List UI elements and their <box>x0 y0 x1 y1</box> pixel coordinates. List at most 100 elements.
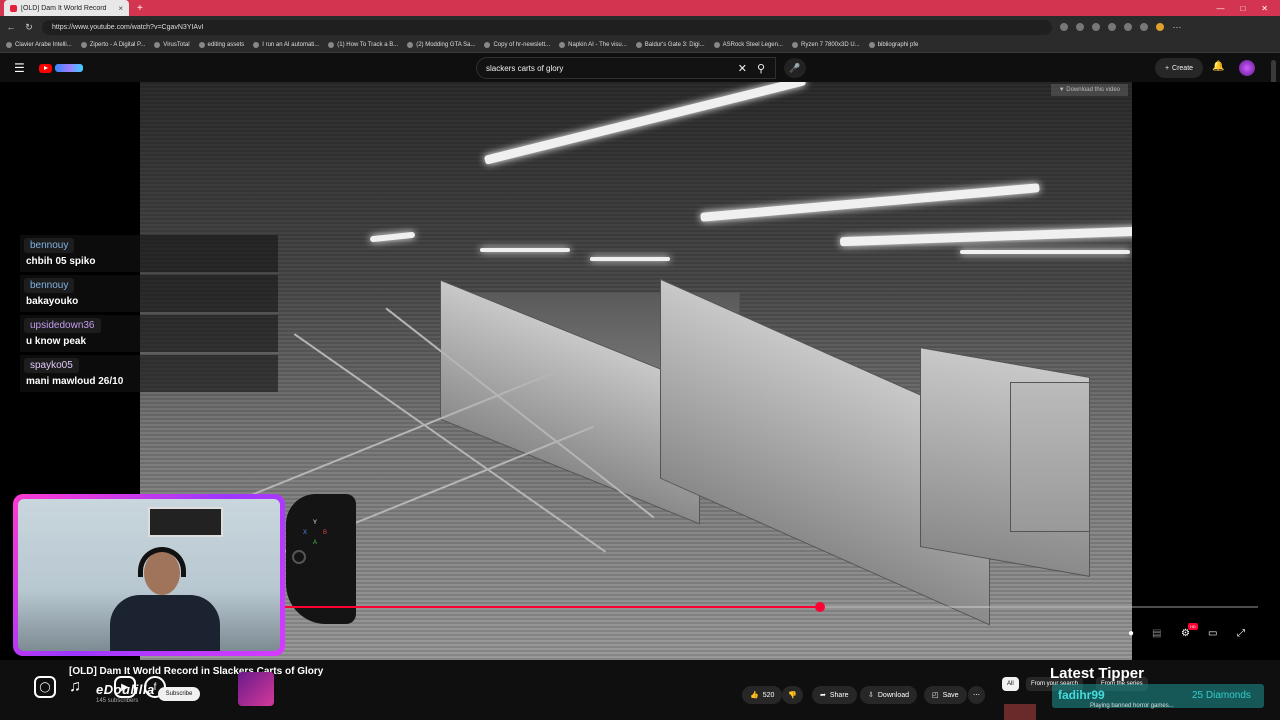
video-title: [OLD] Dam It World Record in Slackers Ca… <box>69 666 324 677</box>
chat-message: bennouy chbih 05 spiko <box>20 235 278 272</box>
tab-close-icon[interactable]: × <box>118 4 123 13</box>
extension-icon[interactable] <box>1108 23 1116 31</box>
bookmark-item[interactable]: Baldur's Gate 3: Digi... <box>635 42 705 48</box>
url-field[interactable]: https://www.youtube.com/watch?v=CgavN3YI… <box>42 19 1052 35</box>
youtube-play-icon <box>38 63 52 73</box>
theater-mode-icon[interactable]: ▭ <box>1208 628 1217 639</box>
search-button[interactable]: ⚲ <box>748 58 774 78</box>
download-button[interactable]: ⇩ Download <box>860 686 918 704</box>
bookmark-item[interactable]: ASRock Steel Legen... <box>713 42 783 48</box>
notifications-bell-icon[interactable]: 🔔 <box>1212 61 1224 72</box>
recommended-video-title[interactable]: Playing banned horror games... <box>1090 703 1174 709</box>
bookmark-item[interactable]: VirusTotal <box>154 42 190 48</box>
ceiling-light <box>960 250 1130 254</box>
bookmark-item[interactable]: Ryzen 7 7800x3D U... <box>791 42 860 48</box>
share-icon: ➦ <box>820 692 826 699</box>
tiktok-icon: ♫ <box>69 678 81 695</box>
search-icon: ⚲ <box>756 62 766 75</box>
bookmark-icon <box>713 42 720 48</box>
ceiling-light <box>369 231 416 243</box>
folder-icon <box>868 42 875 48</box>
chat-username: spayko05 <box>24 358 79 373</box>
bookmark-icon <box>253 42 260 48</box>
bookmark-icon <box>154 42 161 48</box>
dislike-button[interactable]: 👎 <box>782 686 803 704</box>
voice-search-button[interactable]: 🎤 <box>784 58 806 78</box>
reload-icon[interactable]: ↻ <box>24 22 34 33</box>
more-actions-button[interactable]: ⋯ <box>968 686 985 704</box>
bookmark-item[interactable]: Clavier Arabe Intelli... <box>6 42 72 48</box>
clear-search-icon[interactable]: ✕ <box>738 62 747 75</box>
account-avatar[interactable] <box>1239 60 1255 76</box>
gamepad-stick-icon <box>292 550 306 564</box>
chat-message: bennouy bakayouko <box>20 275 278 312</box>
chat-message: upsidedown36 u know peak <box>20 315 278 352</box>
latest-tipper-heading: Latest Tipper <box>1050 665 1144 682</box>
back-icon[interactable]: ← <box>6 22 16 32</box>
bookmark-item[interactable]: editing assets <box>198 42 244 48</box>
profile-icon[interactable] <box>1156 23 1164 31</box>
bookmark-item[interactable]: I run an AI automati... <box>253 42 319 48</box>
folder-icon <box>198 42 205 48</box>
minimize-icon[interactable]: — <box>1216 4 1224 13</box>
autoplay-toggle-icon[interactable]: ● <box>1128 628 1134 639</box>
like-button[interactable]: 👍 520 <box>742 686 783 704</box>
bookmark-add-icon: ◰ <box>932 692 939 699</box>
new-tab-button[interactable]: + <box>137 3 143 14</box>
video-info-area: ◯ ♫ ▶ f [OLD] Dam It World Record in Sla… <box>0 660 1280 720</box>
share-button[interactable]: ➦ Share <box>812 686 857 704</box>
captions-icon[interactable]: ▤ <box>1152 628 1161 639</box>
channel-name[interactable]: eDoulilla <box>96 682 155 697</box>
extension-icon[interactable] <box>1060 23 1068 31</box>
chat-text: chbih 05 spiko <box>26 256 96 267</box>
bookmark-icon <box>6 42 12 48</box>
chip-all[interactable]: All <box>1002 677 1019 691</box>
extension-icon[interactable] <box>1124 23 1132 31</box>
bookmark-item[interactable]: (1) How To Track a B... <box>328 42 398 48</box>
channel-avatar[interactable] <box>238 672 274 706</box>
ceiling-light <box>483 82 807 165</box>
chat-username: upsidedown36 <box>24 318 101 333</box>
extension-icon[interactable] <box>1076 23 1084 31</box>
extension-icon[interactable] <box>1092 23 1100 31</box>
subscribe-button[interactable]: Subscribe <box>158 687 200 701</box>
search-query: slackers carts of glory <box>486 63 564 73</box>
save-button[interactable]: ◰ Save <box>924 686 967 704</box>
window-controls: — □ ✕ <box>1216 4 1280 13</box>
maximize-icon[interactable]: □ <box>1240 4 1245 13</box>
like-count: 520 <box>762 691 775 699</box>
search-input[interactable]: slackers carts of glory ✕ <box>476 57 776 79</box>
bookmark-item[interactable]: Napkin AI - The visu... <box>559 42 627 48</box>
bookmark-item[interactable]: Ziperto - A Digital P... <box>80 42 145 48</box>
download-video-overlay[interactable]: ▼ Download this video <box>1050 84 1128 96</box>
recommended-video-thumbnail[interactable] <box>1004 704 1036 720</box>
progress-scrubber-handle[interactable] <box>814 602 825 612</box>
chat-text: mani mawloud 26/10 <box>26 376 124 387</box>
browser-tab-strip: [OLD] Dam It World Record × + — □ ✕ <box>0 0 1280 16</box>
fullscreen-icon[interactable]: ⤢ <box>1237 628 1245 639</box>
microphone-icon: 🎤 <box>789 62 801 73</box>
close-window-icon[interactable]: ✕ <box>1261 4 1268 13</box>
bookmark-icon <box>328 42 335 48</box>
bookmark-icon <box>407 42 414 48</box>
bookmark-item[interactable]: Copy of hr-newslett... <box>484 42 550 48</box>
create-button[interactable]: + Create <box>1155 58 1203 78</box>
hamburger-menu-icon[interactable]: ☰ <box>14 61 25 75</box>
bookmark-icon <box>559 42 566 48</box>
browser-menu-icon[interactable]: ⋯ <box>1172 22 1182 33</box>
bookmark-icon <box>635 42 642 48</box>
youtube-logo[interactable] <box>38 63 83 73</box>
ceiling-light <box>480 248 570 252</box>
browser-tab[interactable]: [OLD] Dam It World Record × <box>4 0 129 16</box>
extension-icon[interactable] <box>1140 23 1148 31</box>
ceiling-light <box>590 257 670 261</box>
progress-bar[interactable] <box>140 602 1258 612</box>
bookmark-item[interactable]: bibliographi pfe <box>868 42 918 48</box>
address-bar-row: ← ↻ https://www.youtube.com/watch?v=Cgav… <box>0 16 1280 38</box>
youtube-favicon-icon <box>10 4 17 12</box>
webcam-overlay <box>13 494 285 656</box>
bookmark-item[interactable]: (2) Modding GTA Sa... <box>407 42 475 48</box>
store-shelf <box>1010 382 1090 532</box>
bookmark-icon <box>791 42 798 48</box>
tab-title: [OLD] Dam It World Record <box>21 4 107 12</box>
